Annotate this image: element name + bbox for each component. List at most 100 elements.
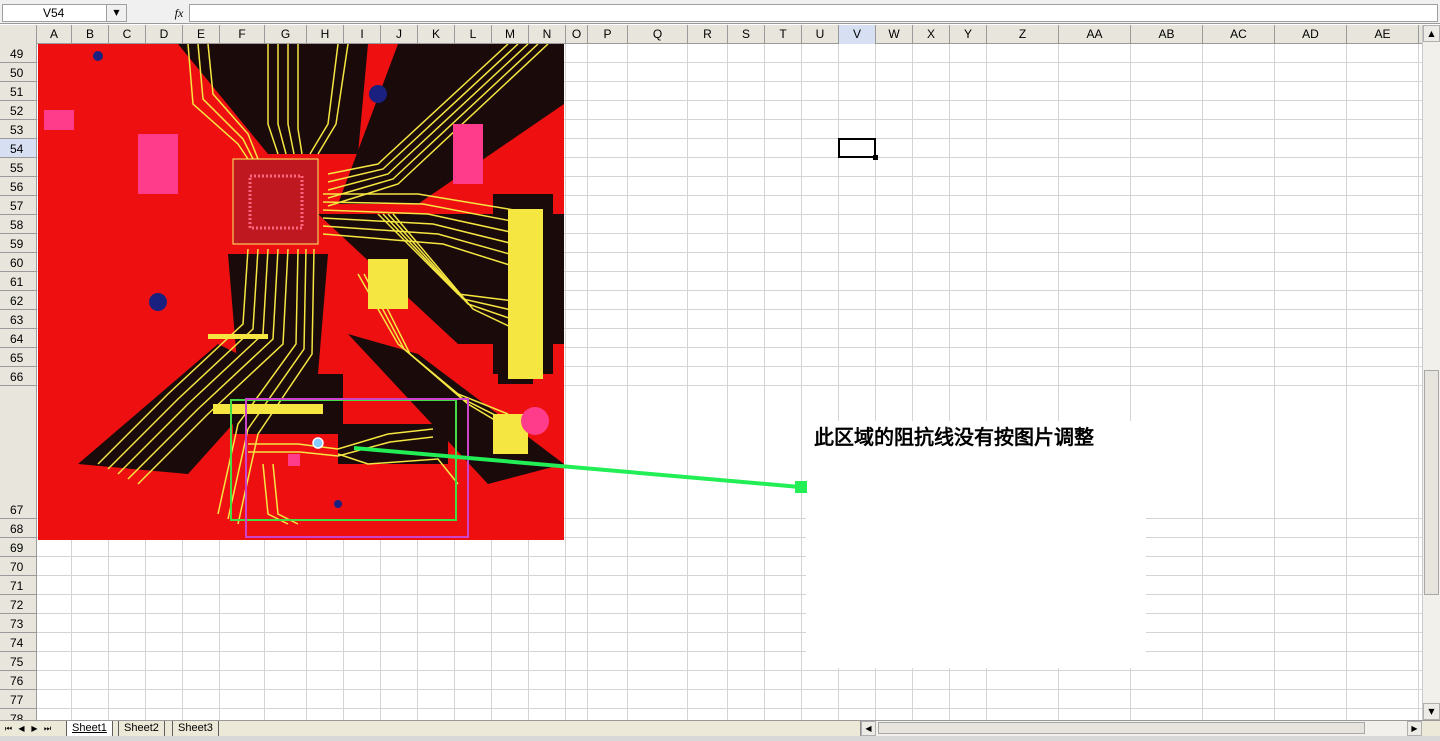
spreadsheet-window: V54 ▼ fx A B C D E F G H I J K L M N O P Q R S T U V W X Y Z AA AB A…	[0, 0, 1440, 741]
column-header-h[interactable]: H	[307, 25, 344, 44]
row-header-69[interactable]: 69	[0, 538, 36, 557]
horizontal-scroll-thumb[interactable]	[878, 722, 1365, 734]
row-header-53[interactable]: 53	[0, 120, 36, 139]
column-header-ae[interactable]: AE	[1347, 25, 1419, 44]
insert-function-icon[interactable]: fx	[170, 4, 188, 22]
column-header-x[interactable]: X	[913, 25, 950, 44]
name-box[interactable]: V54	[2, 4, 107, 22]
name-box-dropdown-icon[interactable]: ▼	[107, 4, 127, 22]
row-header-55[interactable]: 55	[0, 158, 36, 177]
column-header-o[interactable]: O	[566, 25, 588, 44]
sheet-tab-1[interactable]: Sheet1	[66, 721, 113, 736]
gridline-horizontal	[37, 575, 1422, 576]
sheet-tab-2[interactable]: Sheet2	[118, 721, 165, 736]
scroll-right-icon[interactable]: ▶	[1407, 721, 1422, 736]
column-header-r[interactable]: R	[688, 25, 728, 44]
column-header-j[interactable]: J	[381, 25, 418, 44]
column-header-n[interactable]: N	[529, 25, 566, 44]
active-cell[interactable]	[838, 138, 876, 158]
column-header-d[interactable]: D	[146, 25, 183, 44]
row-header-65[interactable]: 65	[0, 348, 36, 367]
column-header-t[interactable]: T	[765, 25, 802, 44]
column-header-ab[interactable]: AB	[1131, 25, 1203, 44]
row-header-66[interactable]: 66	[0, 367, 36, 386]
gridline-vertical	[687, 44, 688, 720]
column-header-w[interactable]: W	[876, 25, 913, 44]
row-header-78[interactable]: 78	[0, 709, 36, 720]
column-header-p[interactable]: P	[588, 25, 628, 44]
vertical-scrollbar[interactable]: ▲ ▼	[1422, 25, 1440, 720]
column-header-a[interactable]: A	[37, 25, 72, 44]
row-header-58[interactable]: 58	[0, 215, 36, 234]
row-header-77[interactable]: 77	[0, 690, 36, 709]
row-header-71[interactable]: 71	[0, 576, 36, 595]
column-header-aa[interactable]: AA	[1059, 25, 1131, 44]
row-header-76[interactable]: 76	[0, 671, 36, 690]
row-header-51[interactable]: 51	[0, 82, 36, 101]
horizontal-scrollbar[interactable]: ◀ ▶	[860, 721, 1422, 736]
status-bar	[0, 736, 1440, 741]
column-header-row: A B C D E F G H I J K L M N O P Q R S T U V W X Y Z AA AB AC AD AE	[0, 25, 1422, 44]
row-header-50[interactable]: 50	[0, 63, 36, 82]
row-header-59[interactable]: 59	[0, 234, 36, 253]
column-header-q[interactable]: Q	[628, 25, 688, 44]
column-header-v[interactable]: V	[839, 25, 876, 44]
next-sheet-icon[interactable]: ▶	[29, 723, 40, 735]
column-header-y[interactable]: Y	[950, 25, 987, 44]
row-header-61[interactable]: 61	[0, 272, 36, 291]
column-header-m[interactable]: M	[492, 25, 529, 44]
row-header-70[interactable]: 70	[0, 557, 36, 576]
row-header-52[interactable]: 52	[0, 101, 36, 120]
gridline-vertical	[1274, 44, 1275, 720]
column-header-u[interactable]: U	[802, 25, 839, 44]
column-header-s[interactable]: S	[728, 25, 765, 44]
column-header-z[interactable]: Z	[987, 25, 1059, 44]
vertical-scroll-thumb[interactable]	[1424, 370, 1439, 595]
column-header-c[interactable]: C	[109, 25, 146, 44]
column-header-i[interactable]: I	[344, 25, 381, 44]
column-header-k[interactable]: K	[418, 25, 455, 44]
gridline-vertical	[587, 44, 588, 720]
row-header-68[interactable]: 68	[0, 519, 36, 538]
annotation-box[interactable]	[806, 421, 1146, 668]
column-header-e[interactable]: E	[183, 25, 220, 44]
row-header-56[interactable]: 56	[0, 177, 36, 196]
gridline-vertical	[727, 44, 728, 720]
select-all-button[interactable]	[0, 25, 37, 44]
prev-sheet-icon[interactable]: ◀	[16, 723, 27, 735]
column-header-b[interactable]: B	[72, 25, 109, 44]
annotation-text[interactable]: 此区域的阻抗线没有按图片调整	[814, 425, 1144, 450]
row-header-73[interactable]: 73	[0, 614, 36, 633]
scroll-up-icon[interactable]: ▲	[1423, 25, 1440, 42]
last-sheet-icon[interactable]: ⏭	[42, 723, 53, 735]
row-header-54[interactable]: 54	[0, 139, 36, 158]
first-sheet-icon[interactable]: ⏮	[3, 723, 14, 735]
scroll-left-icon[interactable]: ◀	[861, 721, 876, 736]
column-header-f[interactable]: F	[220, 25, 265, 44]
column-header-g[interactable]: G	[265, 25, 307, 44]
row-header-60[interactable]: 60	[0, 253, 36, 272]
row-header-49[interactable]: 49	[0, 44, 36, 63]
column-header-ac[interactable]: AC	[1203, 25, 1275, 44]
row-header-57[interactable]: 57	[0, 196, 36, 215]
column-header-l[interactable]: L	[455, 25, 492, 44]
fill-handle[interactable]	[873, 155, 878, 160]
gridline-horizontal	[37, 670, 1422, 671]
row-header-63[interactable]: 63	[0, 310, 36, 329]
sheet-tab-3[interactable]: Sheet3	[172, 721, 219, 736]
row-header-62[interactable]: 62	[0, 291, 36, 310]
gridline-vertical	[627, 44, 628, 720]
row-header-75[interactable]: 75	[0, 652, 36, 671]
row-header-64[interactable]: 64	[0, 329, 36, 348]
scroll-down-icon[interactable]: ▼	[1423, 703, 1440, 720]
pcb-layout-image[interactable]	[38, 44, 564, 540]
gridline-horizontal	[37, 632, 1422, 633]
formula-input[interactable]	[189, 4, 1438, 22]
gridline-vertical	[1202, 44, 1203, 720]
row-header-72[interactable]: 72	[0, 595, 36, 614]
gridline-horizontal	[37, 651, 1422, 652]
formula-bar: V54 ▼ fx	[0, 0, 1440, 24]
column-header-ad[interactable]: AD	[1275, 25, 1347, 44]
row-header-67[interactable]: 67	[0, 386, 36, 519]
row-header-74[interactable]: 74	[0, 633, 36, 652]
